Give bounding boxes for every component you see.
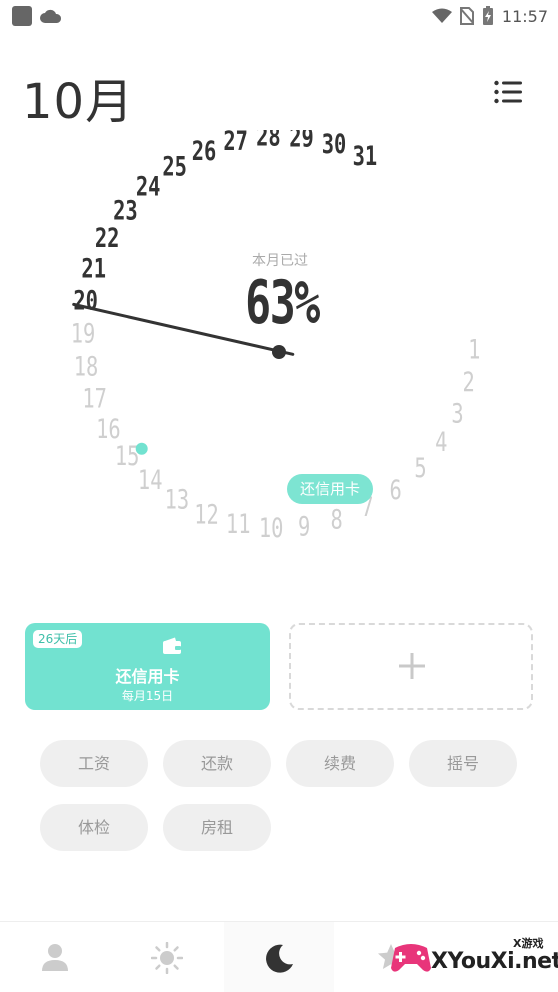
- dial-day-12: 12: [194, 499, 219, 530]
- dial-day-2: 2: [462, 366, 474, 397]
- tag-salary[interactable]: 工资: [40, 740, 148, 787]
- nav-day[interactable]: [112, 922, 222, 992]
- dial-day-24: 24: [136, 171, 161, 202]
- no-sim-icon: [459, 7, 474, 25]
- wifi-icon: [431, 8, 452, 23]
- month-progress-percent: 63%: [245, 268, 320, 338]
- dial-day-18: 18: [74, 351, 99, 382]
- dial-day-26: 26: [192, 136, 217, 167]
- dial-event-marker: [135, 442, 148, 455]
- dial-day-10: 10: [259, 512, 284, 543]
- dial-day-15: 15: [115, 441, 140, 472]
- tag-renewal[interactable]: 续费: [286, 740, 394, 787]
- status-bar: 11:57: [0, 0, 558, 32]
- dial-day-30: 30: [322, 130, 347, 160]
- dial-day-27: 27: [223, 130, 248, 157]
- nav-profile[interactable]: [0, 922, 110, 992]
- dial-day-5: 5: [414, 452, 426, 483]
- dial-day-1: 1: [468, 334, 480, 365]
- wallet-icon: [163, 637, 181, 654]
- dial-day-22: 22: [95, 223, 120, 254]
- dial-day-3: 3: [451, 398, 463, 429]
- cloud-icon: [40, 9, 62, 23]
- tag-lottery[interactable]: 摇号: [409, 740, 517, 787]
- notification-square-icon: [12, 6, 32, 26]
- dial-face: 1234567891011121314151617181920212223242…: [71, 130, 481, 544]
- dial-day-14: 14: [138, 464, 163, 495]
- dial-day-11: 11: [226, 508, 251, 539]
- dial-day-17: 17: [82, 383, 107, 414]
- dial-day-19: 19: [71, 318, 96, 349]
- battery-charging-icon: [482, 6, 493, 25]
- dial-caption: 本月已过: [252, 253, 308, 269]
- dial-day-28: 28: [256, 130, 281, 152]
- nav-night[interactable]: [224, 922, 334, 992]
- sun-icon: [151, 942, 183, 974]
- dial-day-29: 29: [289, 130, 314, 153]
- tag-rent[interactable]: 房租: [163, 804, 271, 851]
- person-icon: [42, 944, 68, 971]
- moon-icon: [266, 944, 293, 973]
- month-title: 10月: [22, 74, 135, 130]
- event-name: 还信用卡: [115, 667, 180, 686]
- dial-day-6: 6: [389, 474, 401, 505]
- watermark-text: XYouXi.net: [431, 949, 558, 974]
- dial-day-9: 9: [298, 511, 310, 542]
- dial-day-13: 13: [165, 484, 190, 515]
- plus-icon: [399, 653, 425, 679]
- dial-day-23: 23: [113, 195, 138, 226]
- event-card[interactable]: 26天后 还信用卡 每月15日: [25, 623, 270, 710]
- dial-pivot: [272, 345, 286, 359]
- status-time: 11:57: [501, 6, 548, 26]
- dial-day-31: 31: [353, 140, 378, 171]
- event-schedule: 每月15日: [121, 689, 174, 703]
- month-progress-dial: 1 2 3 4 5 6 7 8 9 10 11 12 13 14 15 16 17 18 19 20 21 22 23 24 2…: [0, 130, 558, 570]
- dial-day-16: 16: [96, 413, 121, 444]
- tag-repayment[interactable]: 还款: [163, 740, 271, 787]
- add-event-card[interactable]: [289, 623, 533, 710]
- watermark: X游戏 XYouXi.net: [389, 932, 558, 992]
- gamepad-logo: [391, 944, 431, 972]
- tag-checkup[interactable]: 体检: [40, 804, 148, 851]
- dial-day-21: 21: [81, 253, 106, 284]
- event-countdown-badge: 26天后: [33, 630, 83, 648]
- dial-event-tag[interactable]: 还信用卡: [287, 474, 374, 504]
- dial-day-4: 4: [435, 427, 447, 458]
- dial-day-8: 8: [330, 504, 342, 535]
- dial-day-25: 25: [162, 151, 187, 182]
- dial-day-20: 20: [73, 285, 98, 316]
- list-menu-icon[interactable]: [494, 80, 522, 104]
